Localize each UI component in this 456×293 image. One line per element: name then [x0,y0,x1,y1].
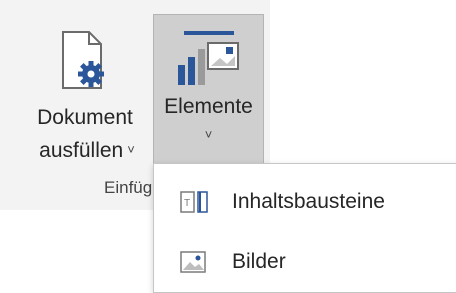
elemente-dropdown-menu: T Inhaltsbausteine Bilder [153,163,456,293]
building-blocks-icon: T [180,190,208,219]
dokument-label: Dokument [37,106,133,129]
inhaltsbausteine-label: Inhaltsbausteine [232,190,385,213]
menu-item-bilder[interactable]: Bilder [154,236,456,288]
elemente-label: Elemente [164,95,253,118]
ausfuellen-label: ausfüllen [39,139,124,162]
elements-icon [174,31,244,94]
dokument-ausfuellen-button[interactable]: Dokument ausfüllen ˅ [16,12,150,162]
svg-text:T: T [184,198,190,209]
menu-item-inhaltsbausteine[interactable]: T Inhaltsbausteine [154,176,456,228]
picture-icon [180,250,208,279]
group-label: Einfüg [104,178,153,197]
chevron-down-icon: ˅ [127,142,135,157]
bilder-label: Bilder [232,250,286,273]
dokument-label-line2: ausfüllen ˅ [16,138,158,163]
document-gear-icon [61,30,111,97]
chevron-down-icon: ˅ [204,127,213,142]
elemente-button[interactable]: Elemente ˅ [153,14,264,164]
